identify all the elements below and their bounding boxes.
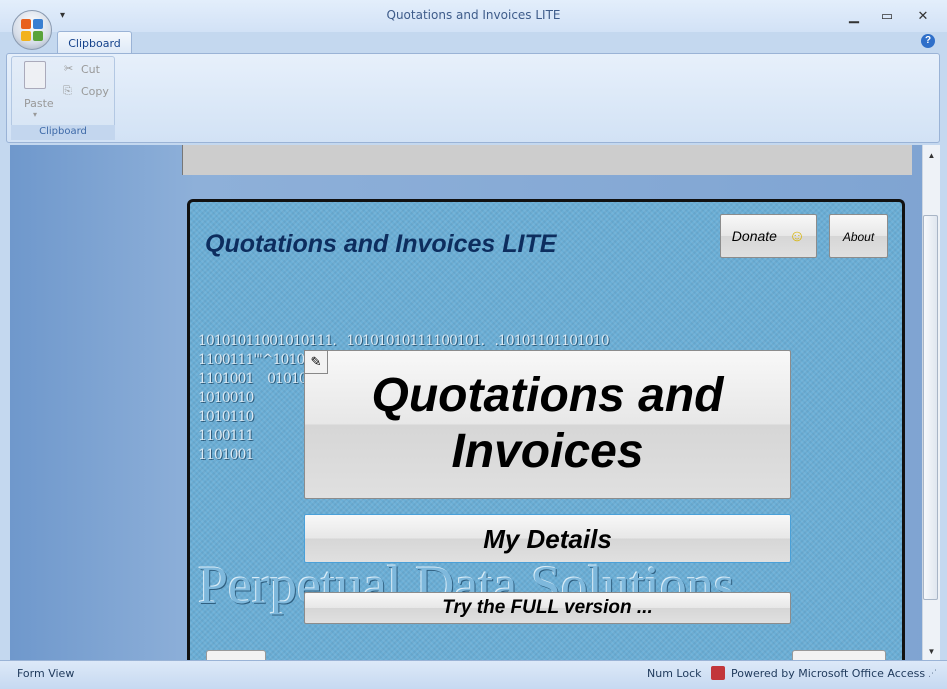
chevron-down-icon[interactable]: ▾ [33, 110, 37, 119]
access-icon [711, 666, 725, 680]
quotations-invoices-button[interactable]: Quotations and Invoices [304, 350, 791, 499]
try-full-version-button[interactable]: Try the FULL version ... [304, 592, 791, 624]
ribbon [6, 53, 940, 143]
scrollbar-thumb[interactable] [923, 215, 938, 600]
office-button[interactable] [12, 10, 52, 50]
form-header [182, 145, 912, 175]
my-details-button[interactable]: My Details [304, 514, 791, 563]
quick-access-toolbar-dropdown[interactable]: ▾ [60, 10, 65, 21]
cut-button[interactable]: Cut [81, 63, 100, 76]
paste-label[interactable]: Paste [24, 97, 54, 110]
about-button[interactable]: About [829, 214, 888, 258]
scissors-icon: ✂ [64, 62, 74, 75]
form-title: Quotations and Invoices LITE [205, 230, 557, 258]
scroll-up-icon[interactable]: ▲ [923, 151, 940, 160]
powered-by-label: Powered by Microsoft Office Access [731, 667, 926, 680]
help-icon[interactable]: ? [921, 34, 935, 48]
num-lock-indicator: Num Lock [647, 667, 702, 680]
maximize-button[interactable]: ▭ [875, 8, 899, 26]
copy-button[interactable]: Copy [81, 85, 109, 98]
copy-icon: ⎘ [63, 84, 72, 97]
donate-button[interactable]: Donate ☺ [720, 214, 817, 258]
status-bar: Form View Num Lock Powered by Microsoft … [0, 660, 947, 689]
resize-grip-icon[interactable]: ⋰ [928, 669, 937, 679]
switchboard-form: 10101011001010111. 10101010111100101. .1… [187, 199, 905, 669]
minimize-button[interactable]: ▁ [842, 8, 866, 26]
view-mode-label: Form View [17, 667, 75, 680]
scroll-down-icon[interactable]: ▼ [923, 647, 940, 656]
office-logo-icon [21, 19, 43, 41]
window-title: Quotations and Invoices LITE [386, 8, 561, 22]
clipboard-group-label: Clipboard [11, 125, 115, 140]
paste-button[interactable] [24, 61, 50, 93]
design-view-icon[interactable]: ✎ [304, 350, 328, 374]
tab-clipboard[interactable]: Clipboard [57, 31, 132, 54]
smiley-icon: ☺ [788, 228, 806, 245]
clipboard-icon [24, 61, 46, 89]
close-button[interactable]: ✕ [911, 8, 935, 26]
